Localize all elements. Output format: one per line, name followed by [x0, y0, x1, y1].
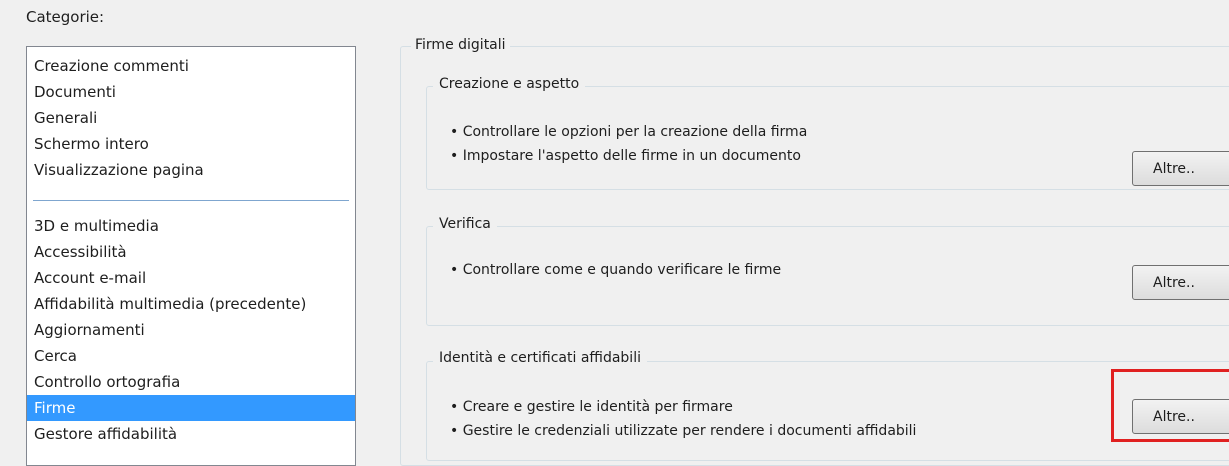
category-item-firme[interactable]: Firme — [27, 395, 355, 421]
section-creation-appearance-bullet-2: • Impostare l'aspetto delle firme in un … — [450, 148, 801, 164]
section-creation-appearance-title: Creazione e aspetto — [433, 76, 586, 92]
category-item-accessibilita[interactable]: Accessibilità — [27, 239, 355, 265]
category-item-aggiornamenti[interactable]: Aggiornamenti — [27, 317, 355, 343]
category-item-documenti[interactable]: Documenti — [27, 79, 355, 105]
digital-signatures-title: Firme digitali — [411, 37, 510, 53]
category-item-schermo-intero[interactable]: Schermo intero — [27, 131, 355, 157]
category-item-visualizzazione-pagina[interactable]: Visualizzazione pagina — [27, 157, 355, 183]
section-identities-certificates-bullet-2: • Gestire le credenziali utilizzate per … — [450, 423, 917, 439]
section-creation-appearance-bullet-1: • Controllare le opzioni per la creazion… — [450, 124, 808, 140]
category-separator — [33, 200, 349, 201]
category-item-cerca[interactable]: Cerca — [27, 343, 355, 369]
categories-label: Categorie: — [26, 8, 105, 26]
creation-appearance-more-button[interactable]: Altre.. — [1132, 151, 1229, 186]
category-item-3d-multimedia[interactable]: 3D e multimedia — [27, 213, 355, 239]
category-item-controllo-ortografia[interactable]: Controllo ortografia — [27, 369, 355, 395]
category-item-gestore-affidabilita[interactable]: Gestore affidabilità — [27, 421, 355, 447]
category-item-generali[interactable]: Generali — [27, 105, 355, 131]
categories-list[interactable]: Creazione commenti Documenti Generali Sc… — [26, 46, 356, 466]
verification-more-button[interactable]: Altre.. — [1132, 265, 1229, 300]
category-item-creazione-commenti[interactable]: Creazione commenti — [27, 53, 355, 79]
category-item-affidabilita-multimedia[interactable]: Affidabilità multimedia (precedente) — [27, 291, 355, 317]
category-item-account-email[interactable]: Account e-mail — [27, 265, 355, 291]
section-verification-bullet-1: • Controllare come e quando verificare l… — [450, 262, 782, 278]
section-identities-certificates-bullet-1: • Creare e gestire le identità per firma… — [450, 399, 733, 415]
section-verification-title: Verifica — [433, 216, 497, 232]
highlight-annotation-box — [1111, 369, 1229, 442]
section-identities-certificates-title: Identità e certificati affidabili — [433, 350, 647, 366]
